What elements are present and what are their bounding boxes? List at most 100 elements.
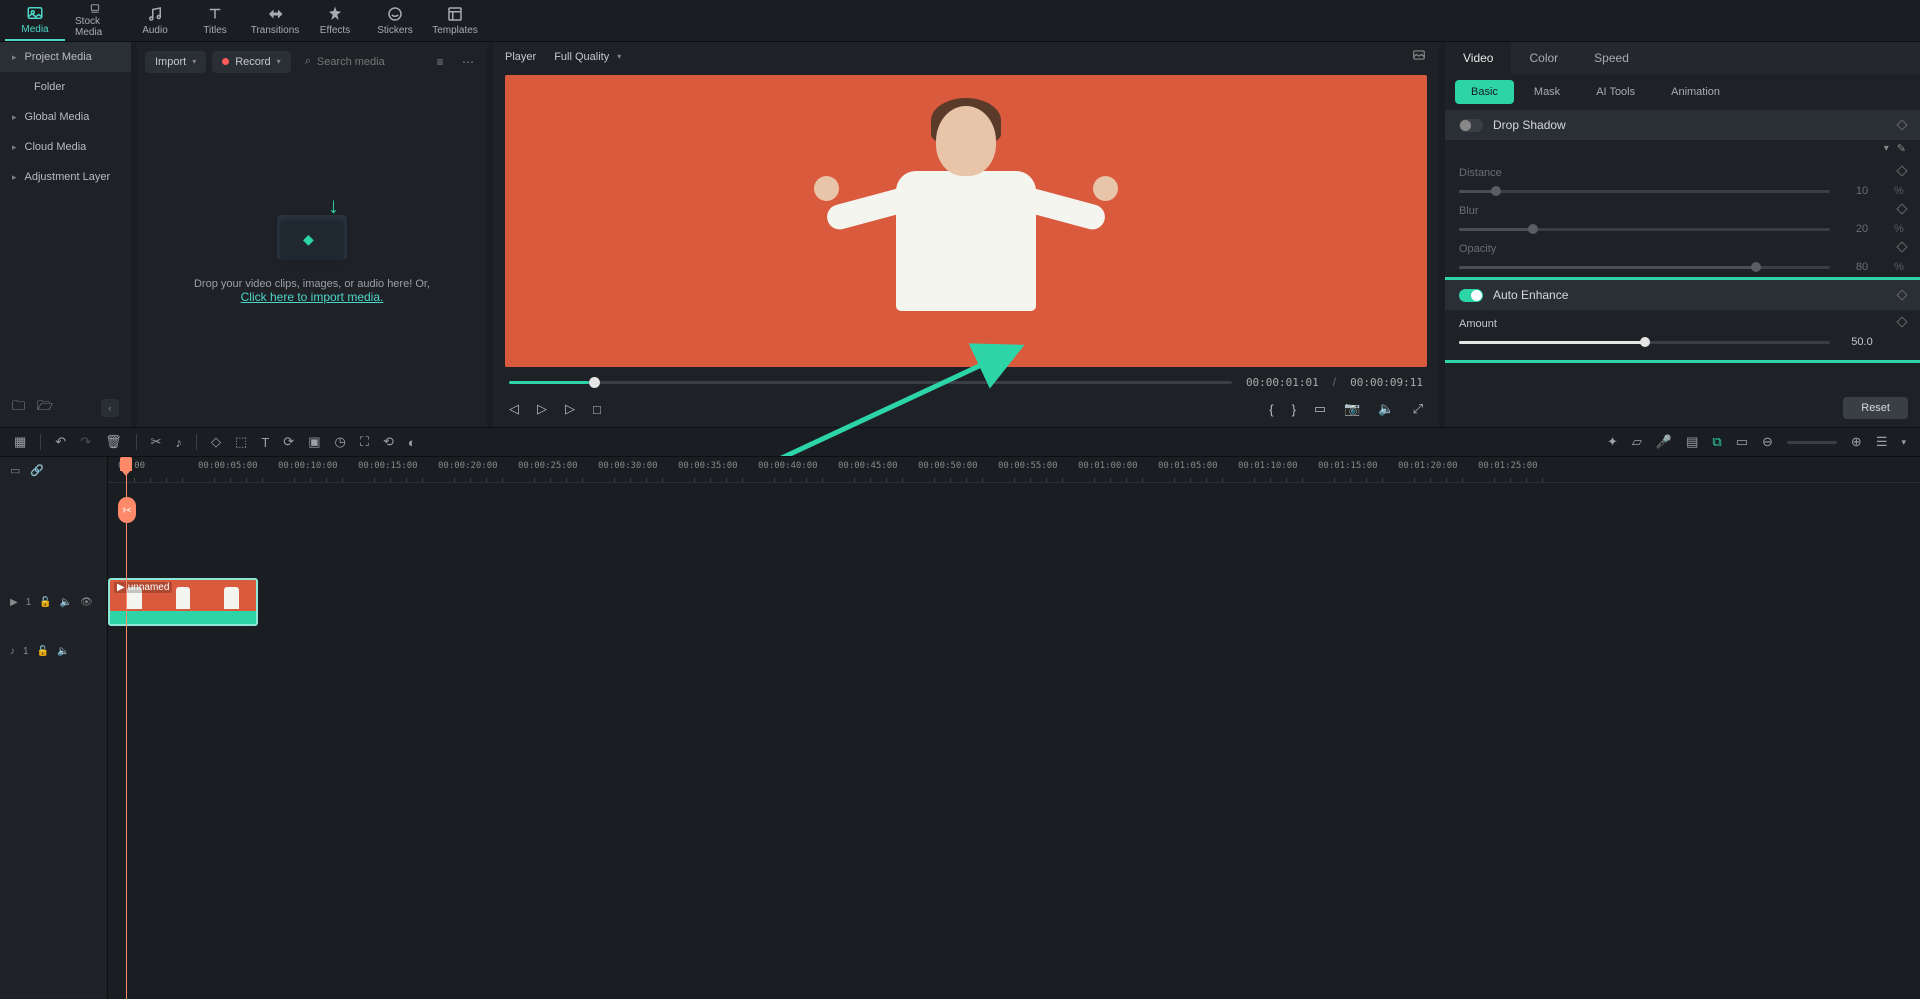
keyframe-icon[interactable]: [1896, 119, 1907, 130]
delete-button[interactable]: 🗑: [105, 434, 122, 450]
visibility-icon[interactable]: 👁: [80, 597, 93, 608]
tool-icon-1[interactable]: ✦: [1607, 434, 1618, 450]
color-button[interactable]: ◐: [408, 435, 416, 450]
tracks-icon[interactable]: ▭: [10, 464, 20, 477]
video-clip[interactable]: ▶unnamed: [108, 578, 258, 626]
color-chevron-icon[interactable]: ▾: [1884, 143, 1889, 154]
import-button[interactable]: Import▾: [145, 51, 206, 73]
adjust-button[interactable]: ▣: [308, 434, 320, 450]
tab-stock-media[interactable]: Stock Media: [65, 0, 125, 41]
notes-icon[interactable]: ▤: [1686, 434, 1698, 450]
filter-button[interactable]: ≡: [429, 51, 451, 73]
fullscreen-button[interactable]: ⤢: [1413, 401, 1423, 417]
split-button[interactable]: ✂: [151, 434, 162, 450]
zoom-in-button[interactable]: ⊕: [1851, 434, 1862, 450]
tab-templates[interactable]: Templates: [425, 0, 485, 41]
mic-icon[interactable]: 🎤: [1656, 434, 1672, 450]
marker-button[interactable]: ◇: [211, 434, 221, 450]
speed-button[interactable]: ⟳: [283, 434, 294, 450]
dropdown-icon[interactable]: ▾: [1901, 437, 1906, 448]
import-link[interactable]: Click here to import media.: [241, 290, 384, 304]
audio-track-row[interactable]: [108, 631, 1920, 671]
subtab-mask[interactable]: Mask: [1518, 80, 1576, 104]
auto-enhance-toggle[interactable]: [1459, 289, 1483, 302]
mark-out-button[interactable]: }: [1292, 402, 1296, 417]
list-view-button[interactable]: ☰: [1876, 434, 1888, 450]
drop-shadow-toggle[interactable]: [1459, 119, 1483, 132]
mute-icon[interactable]: 🔈: [60, 597, 72, 608]
mark-in-button[interactable]: {: [1269, 402, 1273, 417]
tab-stickers[interactable]: Stickers: [365, 0, 425, 41]
tab-transitions[interactable]: Transitions: [245, 0, 305, 41]
video-track-header[interactable]: ▶1 🔓 🔈 👁: [0, 573, 107, 631]
sidebar-adjustment-layer[interactable]: ▸Adjustment Layer: [0, 162, 131, 192]
opacity-value[interactable]: 80: [1842, 261, 1882, 273]
video-track-row[interactable]: ▶unnamed: [108, 573, 1920, 631]
tab-titles[interactable]: Titles: [185, 0, 245, 41]
timer-button[interactable]: ◷: [334, 434, 345, 450]
amount-value[interactable]: 50.0: [1842, 336, 1882, 348]
tab-effects[interactable]: Effects: [305, 0, 365, 41]
video-preview[interactable]: [505, 75, 1427, 367]
tab-audio[interactable]: Audio: [125, 0, 185, 41]
redo-button[interactable]: ↷: [80, 434, 91, 450]
keyframe-icon[interactable]: [1896, 241, 1907, 252]
magnet-icon[interactable]: ⧉: [1712, 434, 1721, 450]
opacity-slider[interactable]: [1459, 266, 1830, 269]
audio-track-header[interactable]: ♪1 🔓 🔈: [0, 631, 107, 671]
keyframe-icon[interactable]: [1896, 203, 1907, 214]
eyedropper-icon[interactable]: ✎: [1897, 142, 1906, 155]
quality-dropdown[interactable]: Full Quality: [554, 51, 609, 63]
subtab-animation[interactable]: Animation: [1655, 80, 1736, 104]
stop-button[interactable]: □: [593, 402, 601, 417]
keyframe-icon[interactable]: [1896, 165, 1907, 176]
blur-slider[interactable]: [1459, 228, 1830, 231]
prop-tab-speed[interactable]: Speed: [1576, 42, 1647, 74]
border-icon[interactable]: ▭: [1736, 434, 1748, 450]
crop-button[interactable]: ⬚: [235, 434, 247, 450]
snapshot-icon[interactable]: [1411, 48, 1427, 65]
sidebar-folder[interactable]: Folder: [0, 72, 131, 102]
more-button[interactable]: ⋯: [457, 51, 479, 73]
mute-icon[interactable]: 🔈: [57, 646, 69, 657]
cut-marker[interactable]: ✂: [118, 497, 136, 523]
fit-button[interactable]: ⛶: [360, 434, 369, 450]
subtab-ai-tools[interactable]: AI Tools: [1580, 80, 1651, 104]
distance-value[interactable]: 10: [1842, 185, 1882, 197]
prop-tab-video[interactable]: Video: [1445, 42, 1511, 74]
zoom-out-button[interactable]: ⊖: [1762, 434, 1773, 450]
play-button[interactable]: ▷: [565, 401, 575, 417]
sidebar-global-media[interactable]: ▸Global Media: [0, 102, 131, 132]
amount-slider[interactable]: [1459, 341, 1830, 344]
volume-button[interactable]: 🔈: [1378, 401, 1394, 417]
sidebar-cloud-media[interactable]: ▸Cloud Media: [0, 132, 131, 162]
audio-detach-button[interactable]: ♪: [176, 435, 183, 450]
collapse-sidebar-button[interactable]: ‹: [101, 399, 119, 417]
link-button[interactable]: ⟲: [383, 434, 394, 450]
undo-button[interactable]: ↶: [55, 434, 66, 450]
new-folder-icon[interactable]: 🗁: [37, 397, 53, 419]
keyframe-icon[interactable]: [1896, 289, 1907, 300]
blur-value[interactable]: 20: [1842, 223, 1882, 235]
keyframe-icon[interactable]: [1896, 316, 1907, 327]
link-tracks-icon[interactable]: 🔗: [30, 464, 44, 477]
text-button[interactable]: T: [261, 435, 269, 450]
lock-icon[interactable]: 🔓: [37, 646, 49, 657]
reset-button[interactable]: Reset: [1843, 397, 1908, 419]
distance-slider[interactable]: [1459, 190, 1830, 193]
tab-media[interactable]: Media: [5, 0, 65, 41]
playback-scrubber[interactable]: [509, 381, 1232, 384]
subtab-basic[interactable]: Basic: [1455, 80, 1514, 104]
sidebar-project-media[interactable]: ▸Project Media: [0, 42, 131, 72]
timeline-ruler[interactable]: 00:0000:00:05:0000:00:10:0000:00:15:0000…: [108, 457, 1920, 483]
record-button[interactable]: Record▾: [212, 51, 290, 73]
media-drop-zone[interactable]: ↓ ◆ Drop your video clips, images, or au…: [137, 81, 487, 427]
zoom-slider[interactable]: [1787, 441, 1837, 444]
lock-icon[interactable]: 🔓: [39, 597, 51, 608]
prop-tab-color[interactable]: Color: [1511, 42, 1576, 74]
next-frame-button[interactable]: ▷: [537, 401, 547, 417]
search-media-input[interactable]: ⌕: [297, 50, 423, 73]
playhead[interactable]: [126, 457, 127, 999]
snapshot-button[interactable]: 📷: [1344, 401, 1360, 417]
grid-icon[interactable]: ▦: [14, 434, 26, 450]
